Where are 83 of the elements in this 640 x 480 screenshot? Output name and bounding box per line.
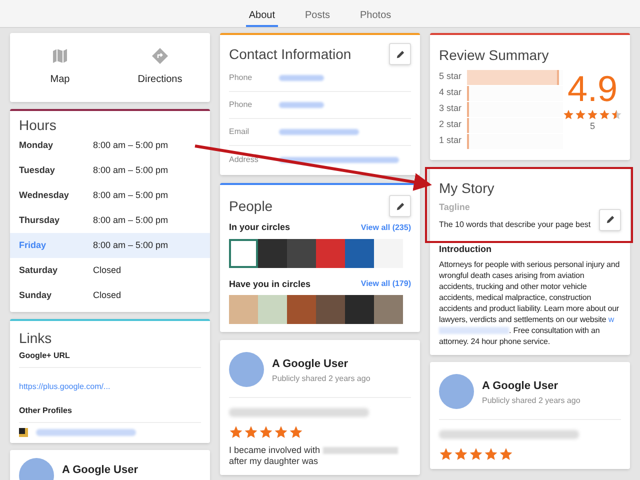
star-label: 4 star	[439, 86, 463, 100]
hours-text: 8:00 am – 5:00 pm	[93, 214, 168, 227]
view-all-link[interactable]: View all (179)	[360, 278, 411, 290]
post-meta: Publicly shared 2 years ago	[272, 372, 370, 384]
star-icon	[563, 109, 574, 120]
star-icon	[289, 425, 303, 439]
card-title: Hours	[18, 116, 58, 133]
tab[interactable]: Photos	[357, 6, 394, 27]
day-label: Friday	[19, 238, 48, 252]
star-icon	[259, 425, 273, 439]
card-title: People	[229, 196, 273, 216]
field-label: Tagline	[439, 201, 471, 214]
day-label: Sunday	[19, 288, 53, 302]
avatar-icon	[229, 352, 264, 387]
rating-value: 4.9	[567, 69, 618, 109]
photo-placeholder[interactable]	[229, 238, 258, 268]
author-name: A Google User	[272, 357, 349, 372]
star-icon	[244, 425, 258, 439]
directions-icon	[152, 48, 168, 64]
day-label: Thursday	[19, 214, 61, 227]
star-label: 3 star	[439, 102, 463, 116]
star-icon	[484, 447, 498, 461]
card-title: Review Summary	[439, 46, 550, 65]
card-title: Contact Information	[229, 44, 352, 64]
day-label: Wednesday	[19, 188, 70, 202]
action-button[interactable]: Map	[10, 33, 110, 102]
card-title: My Story	[439, 179, 496, 198]
section-heading: In your circles	[229, 221, 290, 234]
day-label: Tuesday	[19, 164, 56, 177]
star-icon	[599, 109, 610, 120]
day-label: Saturday	[19, 264, 59, 277]
hours-text: 8:00 am – 5:00 pm	[93, 164, 168, 177]
star-icon	[499, 447, 513, 461]
star-icon	[439, 447, 453, 461]
edit-button[interactable]	[389, 43, 411, 65]
field-label: Phone	[229, 72, 254, 84]
section-heading: Google+ URL	[19, 350, 201, 368]
pencil-icon	[396, 50, 404, 58]
tab[interactable]: About	[246, 6, 278, 27]
blurred-value	[279, 102, 324, 108]
edit-button[interactable]	[389, 195, 411, 217]
intro-paragraph: Attorneys for people with serious personal injury and wrongful death cases arising from aviation accidents, trucking and other motor vehicle accidents, medical malpractice, construction accidents and product liability. Learn more about our lawyers, verdicts and settlements on our website w . Free consultation with an attorney. 24 hour phone service.	[439, 259, 621, 347]
pencil-icon	[606, 215, 614, 224]
author-name: A Google User	[62, 463, 138, 478]
review-count: 5	[590, 120, 595, 133]
profile-link[interactable]: https://plus.google.com/...	[19, 382, 110, 391]
edit-button[interactable]	[599, 208, 621, 230]
card-title: Links	[19, 329, 53, 347]
star-icon	[454, 447, 468, 461]
section-heading: Introduction	[439, 242, 492, 256]
star-icon	[611, 109, 622, 120]
hours-text: 8:00 am – 5:00 pm	[93, 238, 168, 252]
avatar-icon	[439, 374, 474, 409]
star-icon	[575, 109, 586, 120]
hours-text: 8:00 am – 5:00 pm	[93, 138, 168, 152]
star-icon	[274, 425, 288, 439]
field-label: Email	[229, 126, 250, 138]
map-icon	[52, 48, 68, 64]
star-icon	[229, 425, 243, 439]
section-heading: Other Profiles	[19, 405, 201, 423]
hours-text: 8:00 am – 5:00 pm	[93, 188, 168, 202]
author-name: A Google User	[482, 379, 559, 394]
star-label: 2 star	[439, 118, 463, 132]
blurred-value	[279, 75, 324, 81]
star-label: 1 star	[439, 134, 463, 148]
review-text: I became involved with after my daughter was	[229, 445, 411, 467]
action-button[interactable]: Directions	[110, 33, 210, 102]
post-meta: Publicly shared 2 years ago	[482, 394, 580, 406]
field-label: Address	[229, 154, 260, 166]
section-heading: Have you in circles	[229, 278, 311, 291]
tagline-text: The 10 words that describe your page best	[439, 218, 591, 230]
field-label: Phone	[229, 99, 254, 111]
tab[interactable]: Posts	[302, 6, 333, 27]
day-label: Monday	[19, 138, 54, 152]
star-icon	[469, 447, 483, 461]
star-label: 5 star	[439, 70, 463, 84]
view-all-link[interactable]: View all (235)	[360, 222, 411, 234]
hours-text: Closed	[93, 288, 122, 302]
profile-site-icon	[19, 428, 28, 437]
hours-text: Closed	[93, 264, 122, 277]
pencil-icon	[396, 202, 404, 210]
star-icon	[587, 109, 598, 120]
website-link[interactable]: w	[608, 315, 614, 324]
